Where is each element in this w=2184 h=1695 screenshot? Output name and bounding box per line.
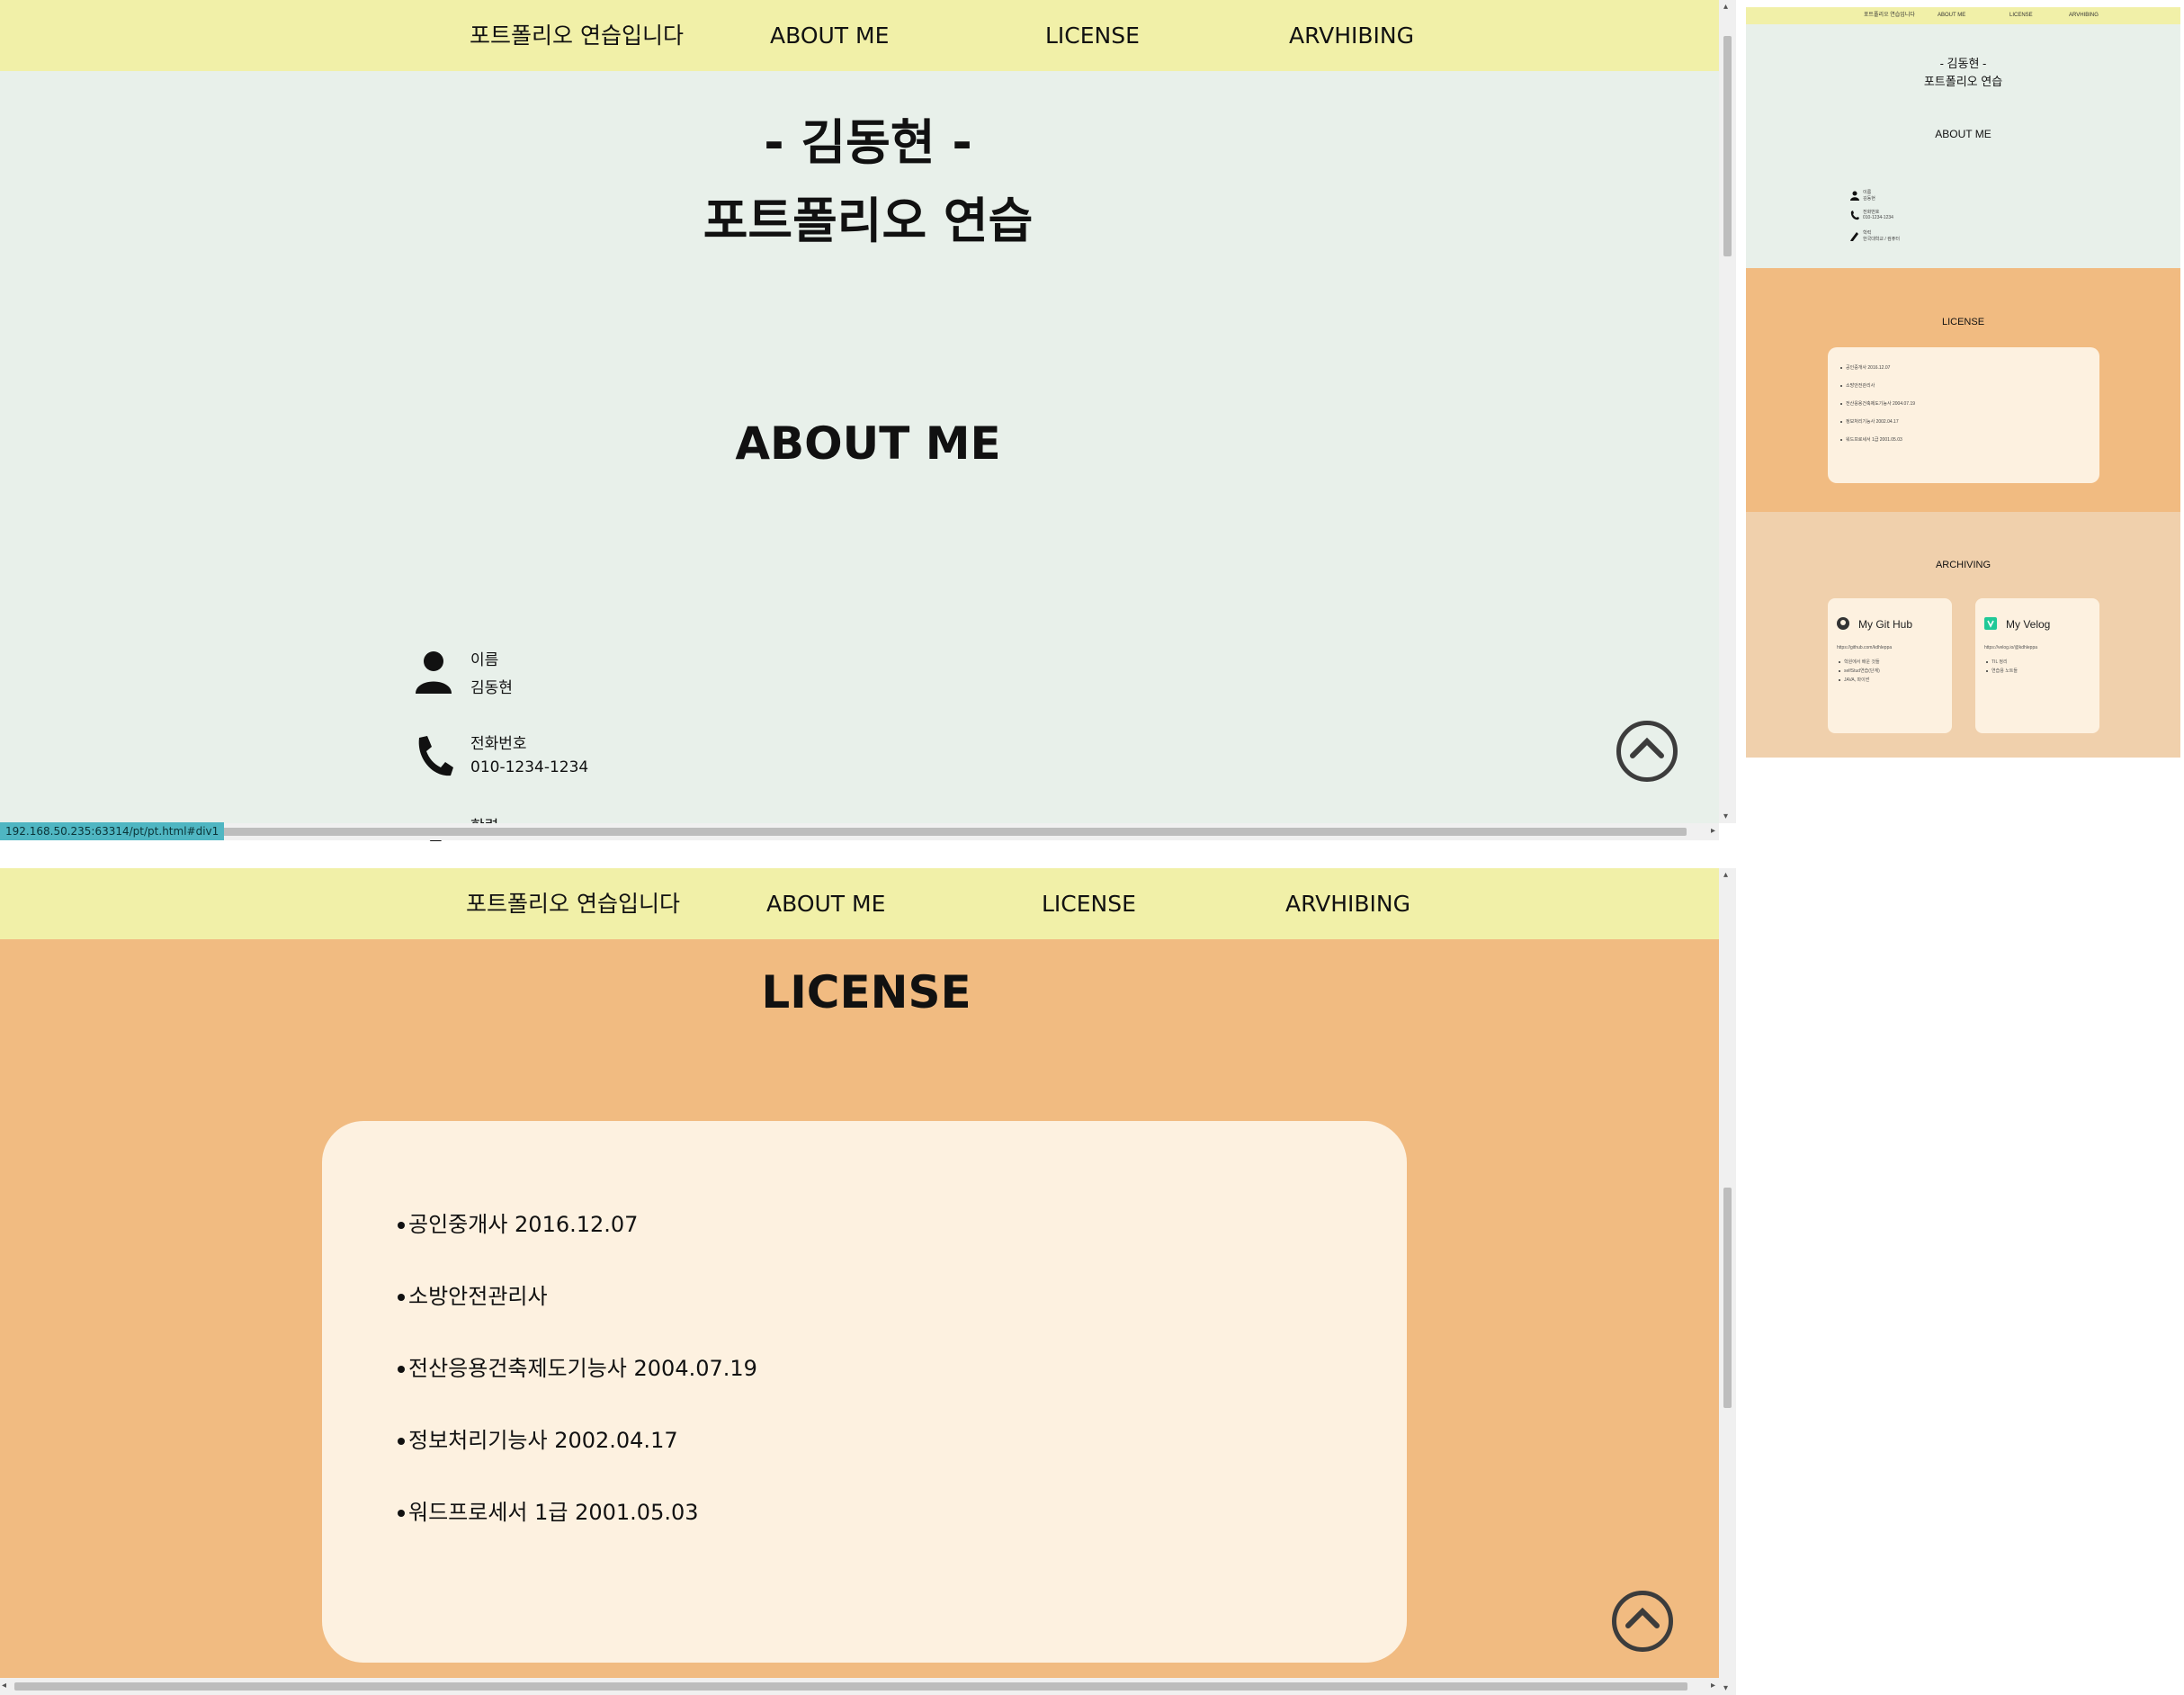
nav-about-link[interactable]: ABOUT ME — [766, 868, 885, 939]
hero-name: - 김동현 - — [764, 114, 972, 171]
overview-license-item: 전산응용건축제도기능사 2004.07.19 — [1839, 400, 1915, 418]
velog-card-item: TIL 정리 — [1986, 658, 2018, 667]
nav-home-link[interactable]: 포트폴리오 연습입니다 — [466, 868, 680, 939]
browser-pane-about: 포트폴리오 연습입니다 ABOUT ME LICENSE ARVHIBING -… — [0, 0, 1736, 841]
nav-license-link[interactable]: LICENSE — [1042, 868, 1136, 939]
license-item: 워드프로세서 1급 2001.05.03 — [398, 1497, 757, 1569]
overview-about-title: ABOUT ME — [1935, 128, 1992, 140]
github-card-title: My Git Hub — [1858, 618, 1913, 631]
license-item: 정보처리기능사 2002.04.17 — [398, 1425, 757, 1497]
velog-card[interactable]: My Velog https://velog.io/@kdhleppa TIL … — [1975, 598, 2099, 733]
top-navbar: 포트폴리오 연습입니다 ABOUT ME LICENSE ARVHIBING — [0, 868, 1719, 939]
overview-license-section: LICENSE 공인중개사 2016.12.07 소방안전관리사 전산응용건축제… — [1746, 268, 2180, 512]
overview-info-value: 한국대학교 / 컴퓨터 — [1863, 237, 1900, 242]
github-card-item: JAVA, 파이썬 — [1839, 676, 1880, 685]
overview-pencil-icon — [1850, 232, 1858, 241]
top-navbar: 포트폴리오 연습입니다 ABOUT ME LICENSE ARVHIBING — [0, 0, 1719, 71]
info-value: 김동현 — [470, 679, 513, 697]
github-card-item: 학원에서 배운 것들 — [1839, 659, 1880, 665]
vertical-scrollbar[interactable]: ▴ ▾ — [1719, 868, 1736, 1695]
github-card-list: 학원에서 배운 것들 selfStud연습(단계) JAVA, 파이썬 — [1839, 658, 1880, 685]
velog-card-url[interactable]: https://velog.io/@kdhleppa — [1984, 645, 2037, 650]
browser-pane-license: 포트폴리오 연습입니다 ABOUT ME LICENSE ARVHIBING L… — [0, 868, 1736, 1695]
overview-license-item: 공인중개사 2016.12.07 — [1839, 364, 1915, 382]
overview-info-value: 010-1234-1234 — [1863, 215, 1893, 220]
scrollbar-thumb[interactable] — [14, 1682, 1687, 1691]
scroll-right-arrow-icon[interactable]: ▸ — [1711, 1681, 1715, 1691]
overview-info-value: 김동현 — [1863, 196, 1875, 202]
overview-license-item: 소방안전관리사 — [1839, 382, 1915, 400]
person-icon — [414, 650, 453, 695]
vertical-scrollbar[interactable]: ▴ ▾ — [1719, 0, 1736, 823]
overview-license-item: 워드프로세서 1급 2001.05.03 — [1839, 436, 1915, 454]
chevron-up-icon — [1625, 1607, 1660, 1628]
nav-archiving-link[interactable]: ARVHIBING — [1285, 868, 1410, 939]
overview-info-label: 전화번호 — [1863, 210, 1880, 215]
license-item: 소방안전관리사 — [398, 1281, 757, 1353]
scroll-right-arrow-icon[interactable]: ▸ — [1711, 826, 1715, 836]
license-item: 공인중개사 2016.12.07 — [398, 1209, 757, 1281]
scrollbar-thumb[interactable] — [1723, 1188, 1732, 1408]
overview-license-card: 공인중개사 2016.12.07 소방안전관리사 전산응용건축제도기능사 200… — [1828, 347, 2099, 483]
overview-navbar: 포트폴리오 연습입니다 ABOUT ME LICENSE ARVHIBING — [1746, 7, 2180, 24]
velog-card-title: My Velog — [2006, 618, 2051, 631]
scrollbar-thumb[interactable] — [1723, 36, 1732, 256]
info-value: 010-1234-1234 — [470, 758, 589, 776]
github-card-url[interactable]: https://github.com/kdhleppa — [1837, 645, 1892, 650]
scroll-top-button[interactable] — [1616, 721, 1678, 782]
overview-name: - 김동현 - — [1939, 57, 1987, 70]
scroll-left-arrow-icon[interactable]: ◂ — [2, 1681, 6, 1691]
nav-license-link[interactable]: LICENSE — [1045, 0, 1140, 71]
license-list: 공인중개사 2016.12.07 소방안전관리사 전산응용건축제도기능사 200… — [398, 1209, 757, 1569]
license-item: 전산응용건축제도기능사 2004.07.19 — [398, 1353, 757, 1425]
page-overview-thumbnail: 포트폴리오 연습입니다 ABOUT ME LICENSE ARVHIBING -… — [1746, 7, 2180, 758]
horizontal-scrollbar[interactable]: ▸ — [0, 823, 1719, 840]
overview-license-list: 공인중개사 2016.12.07 소방안전관리사 전산응용건축제도기능사 200… — [1839, 364, 1915, 454]
overview-info-label: 이름 — [1863, 190, 1872, 195]
overview-phone-icon — [1850, 211, 1859, 220]
chevron-up-icon — [1630, 737, 1664, 758]
nav-archiving-link[interactable]: ARVHIBING — [1289, 0, 1414, 71]
about-section: - 김동현 - 포트폴리오 연습 ABOUT ME 이름 김동현 전화번호 01… — [0, 71, 1719, 841]
info-label: 전화번호 — [470, 735, 527, 753]
overview-nav-item: 포트폴리오 연습입니다 — [1864, 13, 1915, 18]
license-section: LICENSE 공인중개사 2016.12.07 소방안전관리사 전산응용건축제… — [0, 939, 1719, 1695]
github-card[interactable]: My Git Hub https://github.com/kdhleppa 학… — [1828, 598, 1952, 733]
overview-person-icon — [1850, 191, 1859, 201]
phone-icon — [414, 734, 453, 779]
overview-archiving-title: ARCHIVING — [1935, 560, 1992, 570]
status-url: 192.168.50.235:63314/pt/pt.html#div1 — [0, 822, 225, 840]
horizontal-scrollbar[interactable]: ◂ ▸ — [0, 1678, 1719, 1695]
overview-nav-item: LICENSE — [2009, 13, 2033, 18]
scroll-down-arrow-icon[interactable]: ▾ — [1723, 812, 1728, 821]
overview-license-title: LICENSE — [1941, 317, 1985, 327]
scrollbar-thumb[interactable] — [4, 828, 1687, 836]
overview-about-section: - 김동현 - 포트폴리오 연습 ABOUT ME 이름 김동현 전화번호 01… — [1746, 24, 2180, 268]
scroll-top-button[interactable] — [1612, 1591, 1673, 1652]
license-title: LICENSE — [761, 966, 971, 1018]
overview-subtitle: 포트폴리오 연습 — [1923, 75, 2003, 88]
overview-nav-item: ABOUT ME — [1938, 13, 1966, 18]
scroll-up-arrow-icon[interactable]: ▴ — [1723, 2, 1728, 12]
github-card-item: selfStud연습(단계) — [1839, 668, 1880, 674]
about-title: ABOUT ME — [735, 417, 1001, 470]
overview-info-label: 학력 — [1863, 230, 1872, 236]
velog-card-list: TIL 정리 연습용 노트들 — [1986, 658, 2018, 676]
overview-nav-item: ARVHIBING — [2069, 13, 2099, 18]
overview-license-item: 정보처리기능사 2002.04.17 — [1839, 418, 1915, 436]
hero-subtitle: 포트폴리오 연습 — [703, 193, 1034, 249]
scroll-up-arrow-icon[interactable]: ▴ — [1723, 870, 1728, 880]
velog-icon — [1984, 617, 1997, 630]
nav-home-link[interactable]: 포트폴리오 연습입니다 — [470, 0, 684, 71]
overview-archiving-section: ARCHIVING My Git Hub https://github.com/… — [1746, 512, 2180, 758]
github-icon — [1837, 617, 1849, 630]
info-label: 이름 — [470, 651, 499, 669]
velog-card-item: 연습용 노트들 — [1986, 668, 2018, 674]
nav-about-link[interactable]: ABOUT ME — [770, 0, 889, 71]
license-card: 공인중개사 2016.12.07 소방안전관리사 전산응용건축제도기능사 200… — [322, 1121, 1407, 1663]
scroll-down-arrow-icon[interactable]: ▾ — [1723, 1683, 1728, 1693]
